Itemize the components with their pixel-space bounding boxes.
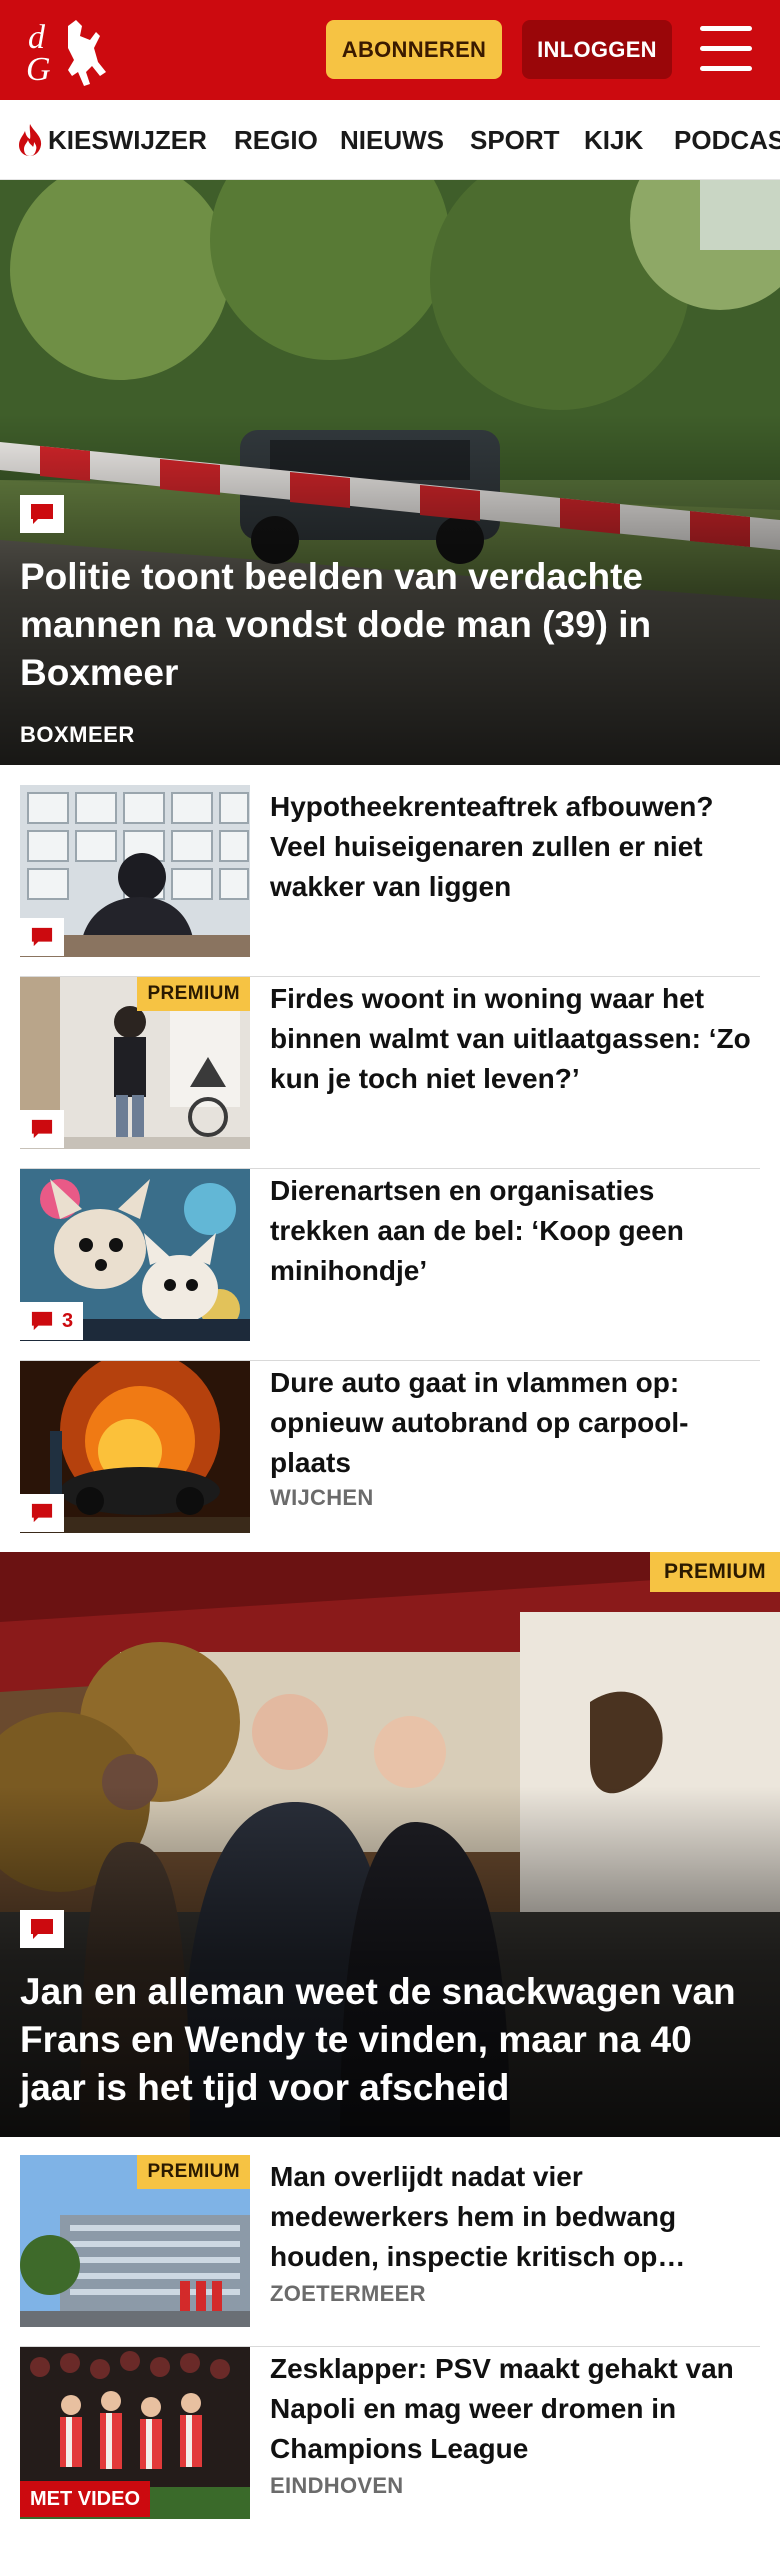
nav-item-regio[interactable]: REGIO: [234, 100, 318, 179]
hero-location: BOXMEER: [20, 722, 135, 747]
hero-title: Politie toont beelden van verdachte mann…: [20, 556, 652, 693]
comment-count: 3: [62, 1309, 74, 1332]
featured-article[interactable]: PREMIUM Jan en alleman weet de snackwage…: [0, 1552, 780, 2137]
list-item[interactable]: PREMIUM Firdes woont in woning waar het …: [20, 977, 760, 1169]
comment-icon: [31, 927, 53, 947]
article-title: Hypotheekrenteaftrek afbouwen? Veel huis…: [270, 791, 714, 902]
login-button[interactable]: INLOGGEN: [522, 20, 672, 79]
comment-icon: [20, 1910, 64, 1948]
nav-item-kijk[interactable]: KIJK: [584, 100, 643, 179]
comment-icon: [31, 1503, 53, 1523]
list-item[interactable]: PREMIUM Man overlijdt nadat vier medewer…: [20, 2155, 760, 2347]
hamburger-menu-icon[interactable]: [700, 26, 752, 72]
list-item[interactable]: 3 Dierenartsen en organisaties trekken a…: [20, 1169, 760, 1361]
subscribe-button[interactable]: ABONNEREN: [326, 20, 502, 79]
svg-text:G: G: [26, 51, 51, 86]
article-title: Zesklapper: PSV maakt gehakt van Napoli …: [270, 2353, 734, 2464]
article-location: EINDHOVEN: [270, 2473, 404, 2498]
nav-item-nieuws[interactable]: NIEUWS: [340, 100, 444, 179]
flame-icon: [19, 124, 42, 156]
comment-icon: [31, 1119, 53, 1139]
article-title: Firdes woont in woning waar het binnen w…: [270, 983, 751, 1094]
nav-label: KIESWIJZER: [48, 124, 207, 155]
dg-logo[interactable]: d G: [24, 14, 114, 88]
comment-badge: [20, 918, 64, 956]
article-title: Dure auto gaat in vlammen op: opnieuw au…: [270, 1367, 689, 1478]
list-item[interactable]: Hypotheekrenteaftrek afbouwen? Veel huis…: [20, 785, 760, 977]
top-header: d G ABONNEREN INLOGGEN: [0, 0, 780, 100]
featured-title: Jan en alleman weet de snackwagen van Fr…: [20, 1971, 736, 2108]
nav-item-kieswijzer[interactable]: KIESWIJZER: [16, 100, 207, 179]
comment-icon: [20, 495, 64, 533]
premium-badge: PREMIUM: [137, 2155, 250, 2189]
article-location: WIJCHEN: [270, 1485, 374, 1510]
comment-badge: [20, 1110, 64, 1148]
comment-icon: [31, 1311, 53, 1331]
premium-badge: PREMIUM: [137, 977, 250, 1011]
article-location: ZOETERMEER: [270, 2281, 426, 2306]
nav-item-sport[interactable]: SPORT: [470, 100, 560, 179]
section-nav: KIESWIJZER REGIO NIEUWS SPORT KIJK PODCA…: [0, 100, 780, 180]
list-item[interactable]: MET VIDEO Zesklapper: PSV maakt gehakt v…: [20, 2347, 760, 2537]
article-title: Man overlijdt nadat vier medewerkers hem…: [270, 2161, 686, 2272]
comment-badge: [20, 1494, 64, 1532]
premium-badge: PREMIUM: [650, 1552, 780, 1592]
list-item[interactable]: Dure auto gaat in vlammen op: opnieuw au…: [20, 1361, 760, 1553]
nav-item-podcasts[interactable]: PODCAS: [674, 100, 780, 179]
comment-badge: 3: [20, 1302, 84, 1340]
hero-article[interactable]: Politie toont beelden van verdachte mann…: [0, 180, 780, 765]
article-title: Dierenartsen en organisaties trekken aan…: [270, 1175, 684, 1286]
video-badge: MET VIDEO: [20, 2481, 151, 2517]
